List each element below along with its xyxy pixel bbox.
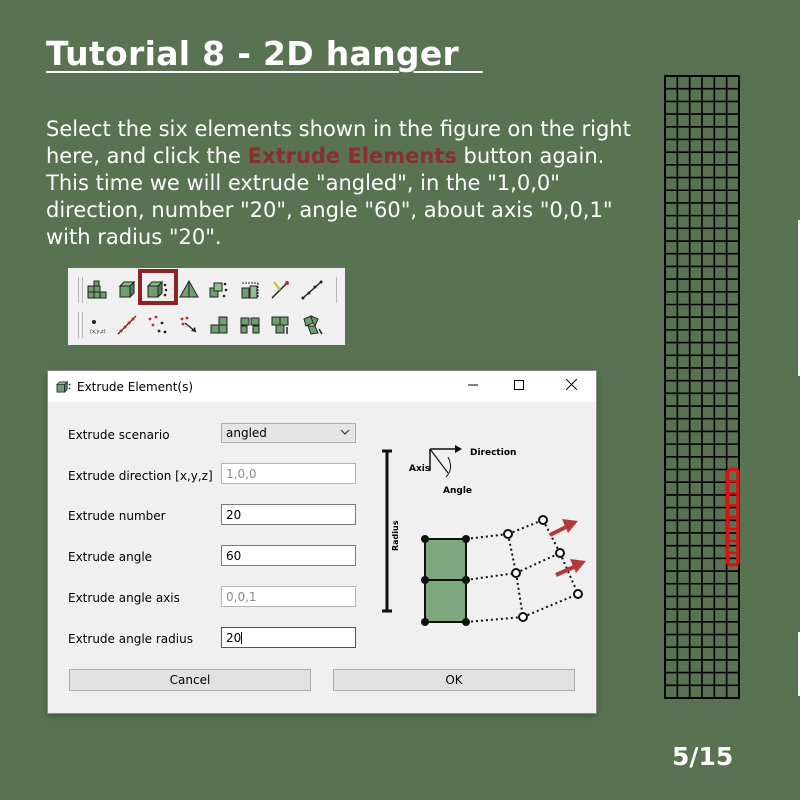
element-bottom — [424, 579, 467, 623]
extrude-arrow-upper — [549, 524, 569, 537]
close-icon — [565, 378, 577, 391]
extrude-scenario-value: angled — [226, 426, 267, 440]
toolbar-strip: (x,y,z) — [68, 268, 345, 345]
element-top — [424, 538, 467, 581]
extrude-number-value: 20 — [226, 508, 242, 522]
extrude-direction-input[interactable]: 1,0,0 — [221, 463, 356, 484]
cancel-button[interactable]: Cancel — [69, 669, 311, 691]
mesh-grid — [664, 75, 740, 699]
maximize-icon — [514, 380, 524, 390]
toolbar-separator — [82, 312, 83, 338]
block-rotate-icon[interactable] — [300, 313, 324, 337]
extrude-angle-axis-placeholder: 0,0,1 — [226, 590, 257, 604]
ok-button[interactable]: OK — [333, 669, 575, 691]
extrude-scenario-select[interactable]: angled — [221, 423, 356, 443]
text-cursor — [241, 632, 243, 644]
toolbar-separator — [82, 277, 83, 303]
toolbar-separator — [336, 277, 337, 303]
random-nodes-icon[interactable] — [145, 313, 169, 337]
polyline-icon[interactable] — [300, 278, 324, 302]
extrude-angle-radius-label: Extrude angle radius — [68, 632, 193, 646]
extrude-box-icon[interactable] — [238, 278, 262, 302]
extrude-app-icon — [56, 380, 71, 394]
cube-icon[interactable] — [115, 278, 139, 302]
extrude-elements-dialog: Extrude Element(s) Extrude scenario angl… — [48, 371, 596, 713]
dialog-titlebar[interactable]: Extrude Element(s) — [48, 371, 596, 402]
axis-label: Axis — [409, 464, 430, 474]
page-number: 5/15 — [672, 742, 734, 771]
direction-label: Direction — [470, 448, 516, 458]
pyramid-icon[interactable] — [177, 278, 201, 302]
slide-title: Tutorial 8 - 2D hanger — [46, 34, 483, 73]
extrude-angle-diagram: Radius Direction Axis Angle — [382, 445, 586, 626]
scatter-nodes-icon[interactable] — [206, 278, 230, 302]
dialog-title: Extrude Element(s) — [77, 380, 194, 394]
node-arrow-icon[interactable] — [177, 313, 201, 337]
extrude-angle-radius-value: 20 — [226, 631, 242, 645]
block-move-icon[interactable] — [269, 313, 293, 337]
blocks-icon[interactable] — [208, 313, 232, 337]
intro-paragraph: Select the six elements shown in the fig… — [46, 116, 646, 251]
extrude-angle-radius-input[interactable]: 20 — [221, 627, 356, 648]
extrude-angle-input[interactable]: 60 — [221, 545, 356, 566]
toolbar-separator — [78, 312, 79, 338]
extrude-angle-axis-label: Extrude angle axis — [68, 591, 180, 605]
extrude-elements-button-highlight — [138, 269, 178, 305]
extrude-angle-label: Extrude angle — [68, 550, 153, 564]
minimize-button[interactable] — [450, 371, 496, 402]
angle-line — [429, 448, 449, 474]
extrude-angle-axis-input[interactable]: 0,0,1 — [221, 586, 356, 607]
transform-icon[interactable] — [268, 278, 292, 302]
node-coords-icon[interactable]: (x,y,z) — [85, 313, 109, 337]
block-split-icon[interactable] — [238, 313, 262, 337]
angle-arc — [445, 456, 452, 478]
angle-label: Angle — [443, 486, 472, 496]
extrude-scenario-label: Extrude scenario — [68, 428, 170, 442]
extrude-direction-placeholder: 1,0,0 — [226, 467, 257, 481]
svg-text:(x,y,z): (x,y,z) — [90, 329, 106, 335]
extrude-angle-value: 60 — [226, 549, 242, 563]
extrude-direction-label: Extrude direction [x,y,z] — [68, 469, 213, 483]
maximize-button[interactable] — [496, 371, 542, 402]
toolbar-separator — [78, 277, 79, 303]
minimize-icon — [468, 384, 478, 386]
extrude-number-input[interactable]: 20 — [221, 504, 356, 525]
extrude-elements-highlight: Extrude Elements — [247, 144, 457, 168]
chevron-down-icon — [340, 429, 350, 435]
close-button[interactable] — [548, 371, 594, 402]
radius-label: Radius — [391, 520, 400, 551]
extrude-number-label: Extrude number — [68, 509, 166, 523]
grid-mesh-icon[interactable] — [85, 278, 109, 302]
line-nodes-icon[interactable] — [115, 313, 139, 337]
direction-arrowhead — [455, 445, 462, 453]
